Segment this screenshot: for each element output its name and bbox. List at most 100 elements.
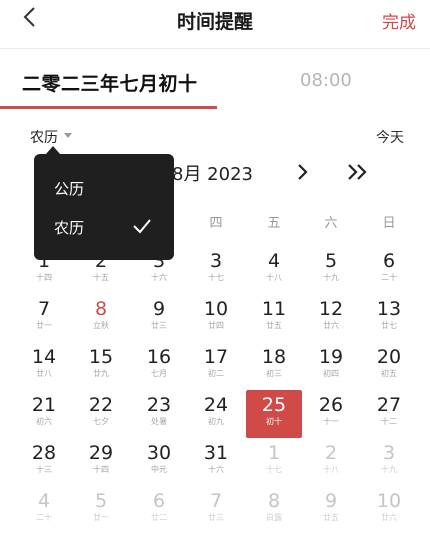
day-cell-selected[interactable]: 25 初十 xyxy=(246,390,302,438)
lunar-day-label: 十六 xyxy=(208,465,224,474)
day-number: 3 xyxy=(382,442,396,464)
dropdown-pointer xyxy=(46,146,60,154)
tab-lunar-date[interactable]: 二零二三年七月初十 xyxy=(22,69,198,96)
today-button[interactable]: 今天 xyxy=(376,127,404,147)
lunar-day-label: 十四 xyxy=(93,465,109,474)
day-number: 9 xyxy=(324,490,338,512)
day-number: 13 xyxy=(376,298,402,320)
day-cell[interactable]: 4 十八 xyxy=(246,246,302,294)
option-lunar[interactable]: 农历 xyxy=(54,217,84,238)
day-number: 25 xyxy=(261,394,287,416)
chevron-right-icon[interactable] xyxy=(295,162,311,186)
day-number: 11 xyxy=(261,298,287,320)
day-cell[interactable]: 13 廿七 xyxy=(361,294,417,342)
day-cell[interactable]: 6 二十 xyxy=(361,246,417,294)
calendar-mode-selector[interactable]: 农历 xyxy=(30,127,58,147)
day-cell[interactable]: 9 廿五 xyxy=(303,486,359,534)
day-cell[interactable]: 15 廿九 xyxy=(73,342,129,390)
day-cell[interactable]: 22 七夕 xyxy=(73,390,129,438)
day-number: 12 xyxy=(318,298,344,320)
double-chevron-right-icon[interactable] xyxy=(346,162,370,186)
day-number: 16 xyxy=(146,346,172,368)
lunar-day-label: 廿四 xyxy=(208,321,224,330)
day-number: 27 xyxy=(376,394,402,416)
day-cell[interactable]: 30 中元 xyxy=(131,438,187,486)
caret-down-icon[interactable] xyxy=(64,133,72,138)
lunar-day-label: 二十 xyxy=(381,273,397,282)
day-cell[interactable]: 7 廿一 xyxy=(16,294,72,342)
day-cell[interactable]: 14 廿八 xyxy=(16,342,72,390)
day-cell[interactable]: 27 十二 xyxy=(361,390,417,438)
day-number: 3 xyxy=(209,250,223,272)
lunar-day-label: 廿二 xyxy=(151,513,167,522)
day-number: 17 xyxy=(203,346,229,368)
option-solar[interactable]: 公历 xyxy=(54,178,84,199)
day-cell[interactable]: 10 廿四 xyxy=(188,294,244,342)
day-cell[interactable]: 19 初四 xyxy=(303,342,359,390)
day-cell[interactable]: 1 十七 xyxy=(246,438,302,486)
day-number: 2 xyxy=(324,442,338,464)
check-icon xyxy=(132,218,152,238)
lunar-day-label: 十四 xyxy=(36,273,52,282)
day-number: 23 xyxy=(146,394,172,416)
lunar-day-label: 廿八 xyxy=(36,369,52,378)
lunar-day-label: 十五 xyxy=(93,273,109,282)
day-cell[interactable]: 29 十四 xyxy=(73,438,129,486)
day-cell[interactable]: 17 初二 xyxy=(188,342,244,390)
day-number: 9 xyxy=(152,298,166,320)
tab-time[interactable]: 08:00 xyxy=(300,70,352,91)
day-number: 20 xyxy=(376,346,402,368)
weekday-label: 六 xyxy=(324,216,338,231)
day-number: 10 xyxy=(376,490,402,512)
lunar-day-label: 十二 xyxy=(381,417,397,426)
day-cell[interactable]: 3 十七 xyxy=(188,246,244,294)
day-cell[interactable]: 28 十三 xyxy=(16,438,72,486)
day-cell[interactable]: 6 廿二 xyxy=(131,486,187,534)
lunar-day-label: 初六 xyxy=(36,417,52,426)
lunar-day-label: 廿六 xyxy=(323,321,339,330)
page-title: 时间提醒 xyxy=(176,11,253,33)
day-cell[interactable]: 11 廿五 xyxy=(246,294,302,342)
day-cell[interactable]: 26 十一 xyxy=(303,390,359,438)
day-cell[interactable]: 5 廿一 xyxy=(73,486,129,534)
done-button[interactable]: 完成 xyxy=(382,8,416,33)
lunar-day-label: 七夕 xyxy=(93,417,109,426)
day-cell[interactable]: 20 初五 xyxy=(361,342,417,390)
day-cell[interactable]: 9 廿三 xyxy=(131,294,187,342)
day-cell[interactable]: 7 廿三 xyxy=(188,486,244,534)
day-cell[interactable]: 23 处暑 xyxy=(131,390,187,438)
day-number: 6 xyxy=(382,250,396,272)
day-cell[interactable]: 2 十八 xyxy=(303,438,359,486)
day-number: 8 xyxy=(267,490,281,512)
day-cell[interactable]: 3 十九 xyxy=(361,438,417,486)
day-cell[interactable]: 12 廿六 xyxy=(303,294,359,342)
day-cell[interactable]: 10 廿六 xyxy=(361,486,417,534)
day-cell[interactable]: 18 初三 xyxy=(246,342,302,390)
day-cell[interactable]: 31 十六 xyxy=(188,438,244,486)
day-number: 1 xyxy=(267,442,281,464)
lunar-day-label: 廿九 xyxy=(93,369,109,378)
day-cell[interactable]: 21 初六 xyxy=(16,390,72,438)
day-number: 26 xyxy=(318,394,344,416)
lunar-day-label: 初九 xyxy=(208,417,224,426)
day-number: 31 xyxy=(203,442,229,464)
weekday-label: 四 xyxy=(209,216,223,231)
day-cell[interactable]: 5 十九 xyxy=(303,246,359,294)
header-divider xyxy=(0,48,430,49)
lunar-day-label: 中元 xyxy=(151,465,167,474)
lunar-day-label: 十一 xyxy=(323,417,339,426)
day-number: 30 xyxy=(146,442,172,464)
lunar-day-label: 白露 xyxy=(266,513,282,522)
day-number: 18 xyxy=(261,346,287,368)
lunar-day-label: 初五 xyxy=(381,369,397,378)
day-number: 24 xyxy=(203,394,229,416)
day-cell[interactable]: 4 二十 xyxy=(16,486,72,534)
day-cell[interactable]: 24 初九 xyxy=(188,390,244,438)
lunar-day-label: 十八 xyxy=(323,465,339,474)
day-number: 21 xyxy=(31,394,57,416)
day-number: 7 xyxy=(209,490,223,512)
day-cell[interactable]: 16 七月 xyxy=(131,342,187,390)
day-cell[interactable]: 8 立秋 xyxy=(73,294,129,342)
day-number: 8 xyxy=(94,298,108,320)
day-cell[interactable]: 8 白露 xyxy=(246,486,302,534)
